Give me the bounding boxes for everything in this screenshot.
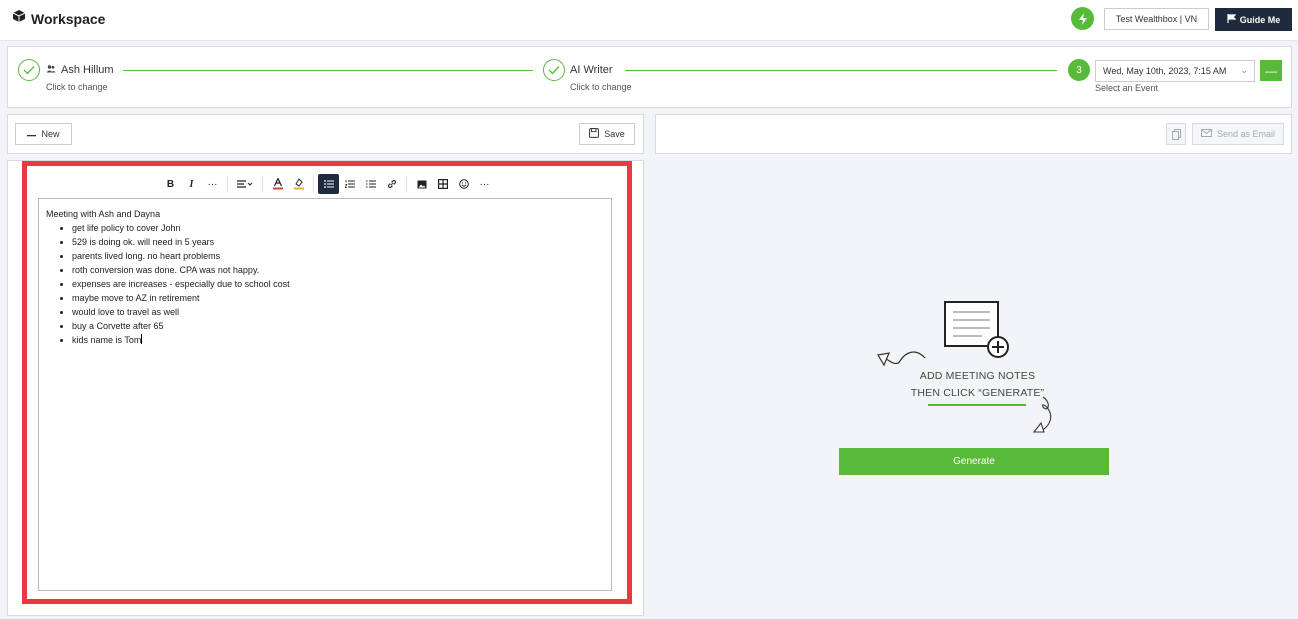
copy-icon[interactable] — [1166, 123, 1186, 145]
step-1-check-icon[interactable] — [18, 59, 40, 81]
caption-line-1: ADD MEETING NOTES — [919, 370, 1036, 382]
step-2-title[interactable]: AI Writer — [570, 64, 613, 76]
step-1-label: Ash Hillum — [61, 64, 114, 76]
account-button[interactable]: Test Wealthbox | VN — [1104, 8, 1209, 30]
save-icon — [589, 128, 600, 140]
step-connector — [123, 70, 533, 71]
new-button-label: New — [41, 129, 60, 139]
chevron-down-icon: ⌄ — [1240, 65, 1248, 75]
step-2-check-icon[interactable] — [543, 59, 565, 81]
flag-icon — [1227, 14, 1237, 25]
generate-button[interactable]: Generate — [839, 448, 1109, 475]
guide-me-label: Guide Me — [1239, 14, 1281, 25]
remove-event-button[interactable]: — — [1260, 60, 1282, 81]
cube-icon — [12, 9, 26, 28]
step-1-title[interactable]: Ash Hillum — [46, 64, 114, 76]
lightning-icon[interactable] — [1071, 7, 1094, 30]
guide-me-button[interactable]: Guide Me — [1215, 8, 1292, 31]
brand[interactable]: Workspace — [12, 9, 105, 28]
top-bar: Workspace Test Wealthbox | VN Guide Me — [0, 0, 1298, 41]
new-button[interactable]: New — [15, 123, 72, 145]
step-connector — [625, 70, 1057, 71]
minus-icon — [27, 129, 37, 139]
illustration-caption: ADD MEETING NOTES THEN CLICK “GENERATE” — [895, 368, 1060, 402]
editor-actions-bar: New Save — [7, 114, 644, 154]
highlight-frame — [22, 161, 632, 604]
step-3-subtitle: Select an Event — [1095, 83, 1159, 93]
stepper: Ash Hillum Click to change AI Writer Cli… — [7, 46, 1292, 108]
email-icon — [1200, 129, 1212, 139]
send-as-email-label: Send as Email — [1216, 129, 1276, 139]
app-title: Workspace — [31, 10, 106, 27]
save-button-label: Save — [604, 129, 625, 139]
event-select[interactable]: Wed, May 10th, 2023, 7:15 AM ⌄ — [1095, 60, 1255, 82]
users-icon — [46, 64, 56, 76]
step-1-subtitle[interactable]: Click to change — [46, 82, 108, 92]
step-3-number: 3 — [1068, 59, 1090, 81]
save-button[interactable]: Save — [579, 123, 635, 145]
event-select-value: Wed, May 10th, 2023, 7:15 AM — [1103, 66, 1227, 76]
send-as-email-button[interactable]: Send as Email — [1192, 123, 1284, 145]
output-actions-bar: Send as Email — [655, 114, 1292, 154]
caption-underline — [928, 404, 1026, 406]
step-2-subtitle[interactable]: Click to change — [570, 82, 632, 92]
caption-line-2: THEN CLICK “GENERATE” — [910, 387, 1045, 399]
